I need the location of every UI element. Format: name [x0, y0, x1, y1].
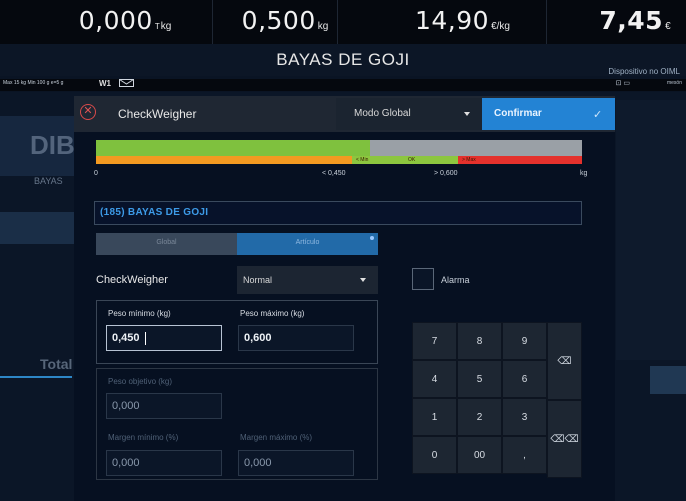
tab-global-label: Global [156, 239, 177, 246]
tab-article-label: Artículo [295, 239, 320, 246]
alarm-checkbox[interactable] [412, 268, 434, 290]
display-divider [546, 0, 547, 44]
backspace-icon[interactable]: ⌫ [547, 322, 582, 400]
envelope-icon [119, 79, 134, 87]
mode-select-label: Modo Global [354, 108, 411, 119]
checkweigher-label: CheckWeigher [96, 274, 168, 286]
range-zone-under [96, 156, 352, 164]
key-comma[interactable]: , [502, 436, 547, 474]
background-table [0, 212, 76, 244]
dialog-title: CheckWeigher [118, 107, 197, 121]
key-2[interactable]: 2 [457, 398, 502, 436]
key-4[interactable]: 4 [412, 360, 457, 398]
background-total-label: Total [40, 356, 73, 372]
range-tick-max: > 0,600 [434, 170, 458, 177]
range-max-label: > Max [462, 157, 476, 163]
key-00[interactable]: 00 [457, 436, 502, 474]
close-icon[interactable]: ✕ [80, 104, 96, 120]
range-tick-zero: 0 [94, 170, 98, 177]
key-0[interactable]: 0 [412, 436, 457, 474]
min-weight-input[interactable]: 0,450 [106, 325, 222, 351]
price-display: 14,90 €/kg [415, 6, 510, 35]
range-ok-label: OK [408, 157, 416, 163]
min-weight-label: Peso mínimo (kg) [108, 309, 171, 318]
max-margin-input[interactable]: 0,000 [238, 450, 354, 476]
key-7[interactable]: 7 [412, 322, 457, 360]
device-label: Dispositivo no OIML [608, 67, 680, 76]
display-divider [337, 0, 338, 44]
range-tick-unit: kg [580, 170, 588, 177]
range-tick-min: < 0,450 [322, 170, 346, 177]
background-product: BAYAS [34, 176, 63, 186]
key-3[interactable]: 3 [502, 398, 547, 436]
background-right-button [650, 366, 686, 394]
range-zone-over [458, 156, 582, 164]
range-min-label: < Min [356, 157, 369, 163]
alarm-label: Alarma [441, 275, 470, 285]
target-weight-label: Peso objetivo (kg) [108, 377, 173, 386]
clear-icon[interactable]: ⌫⌫ [547, 400, 582, 478]
min-margin-label: Margen mínimo (%) [108, 433, 179, 442]
display-divider [212, 0, 213, 44]
total-display: 7,45 € [599, 6, 671, 35]
weight-display: 0,500 kg [241, 6, 329, 35]
key-5[interactable]: 5 [457, 360, 502, 398]
max-weight-input[interactable]: 0,600 [238, 325, 354, 351]
key-9[interactable]: 9 [502, 322, 547, 360]
chevron-down-icon [464, 112, 470, 116]
product-selector-label: (185) BAYAS DE GOJI [100, 207, 209, 218]
w1-indicator: W1 [99, 79, 111, 88]
status-icons: ⊡ ▭ [615, 80, 630, 87]
chevron-down-icon [360, 278, 366, 282]
text-cursor [145, 332, 146, 345]
min-margin-input[interactable]: 0,000 [106, 450, 222, 476]
key-6[interactable]: 6 [502, 360, 547, 398]
background-accent-line [0, 376, 72, 378]
mode-text: mesón [666, 80, 682, 86]
product-title: BAYAS DE GOJI [276, 50, 410, 69]
target-weight-input[interactable]: 0,000 [106, 393, 222, 419]
confirm-button-label: Confirmar [494, 108, 542, 119]
check-icon: ✓ [593, 109, 603, 121]
range-bar-current [96, 140, 370, 156]
checkweigher-mode-label: Normal [243, 275, 273, 285]
key-8[interactable]: 8 [457, 322, 502, 360]
tare-display: 0,000 Tkg [78, 6, 172, 35]
tab-active-dot [370, 236, 374, 240]
max-margin-label: Margen máximo (%) [240, 433, 313, 442]
range-bar-remaining [370, 140, 582, 156]
max-weight-label: Peso máximo (kg) [240, 309, 305, 318]
background-right-panel [616, 100, 686, 360]
key-1[interactable]: 1 [412, 398, 457, 436]
scale-range-text: Max 15 kg Min 100 g e=5 g [3, 80, 64, 86]
